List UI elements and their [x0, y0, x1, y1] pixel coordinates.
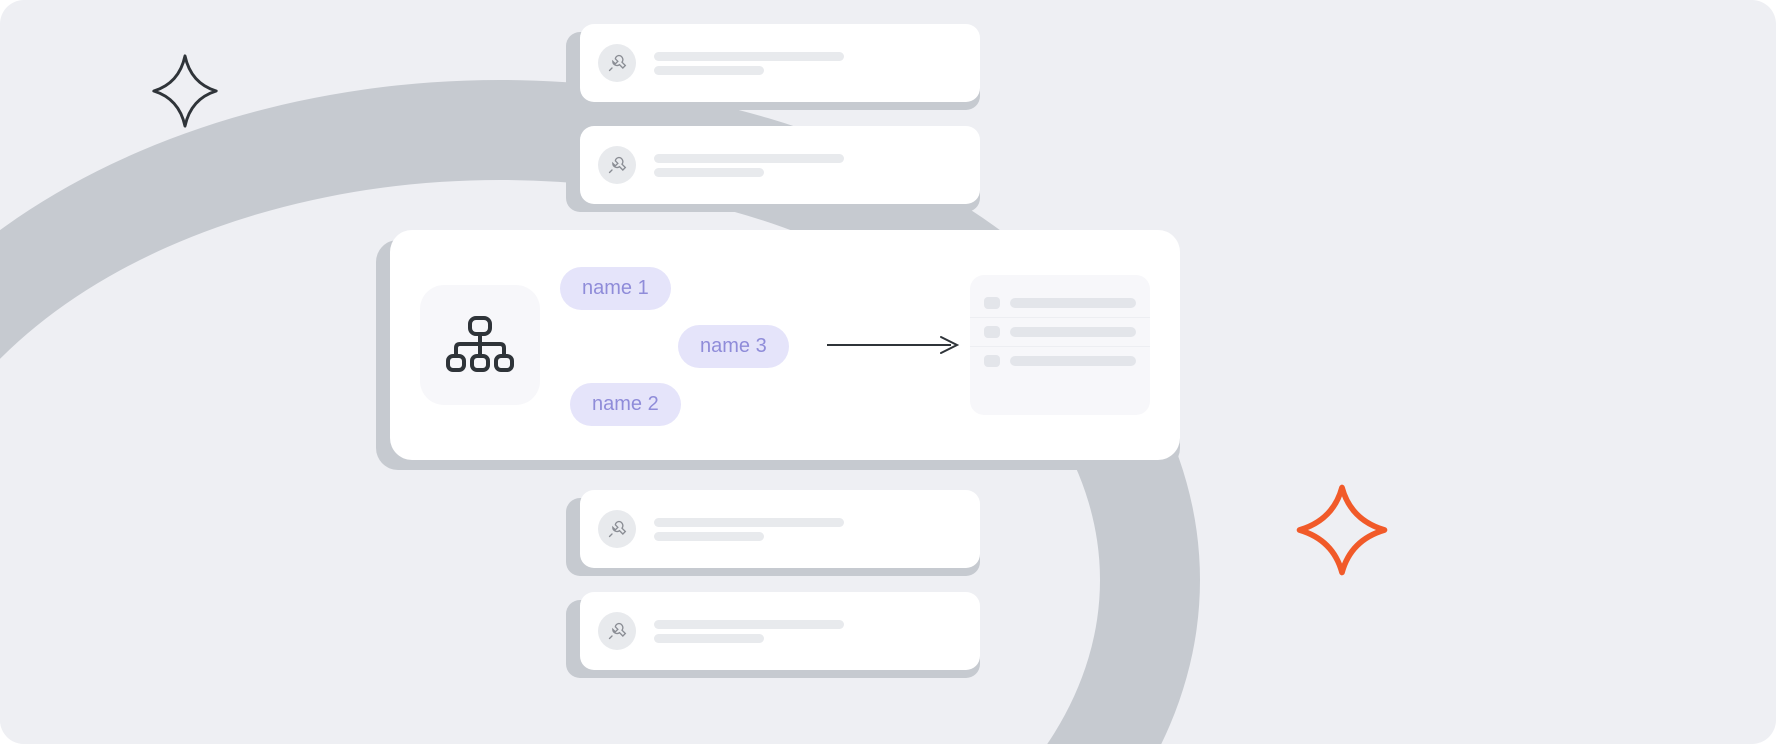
table-row — [970, 347, 1150, 375]
tools-icon — [598, 612, 636, 650]
card-body — [580, 490, 980, 568]
tools-icon — [598, 510, 636, 548]
sparkle-icon — [1292, 480, 1392, 580]
tags-group: name 1 name 3 name 2 — [560, 255, 820, 435]
tag-name-2: name 2 — [570, 383, 681, 426]
list-item — [580, 592, 980, 670]
hierarchy-icon — [420, 285, 540, 405]
arrow-icon — [820, 330, 970, 360]
tools-icon — [598, 146, 636, 184]
tag-name-1: name 1 — [560, 267, 671, 310]
card-body — [580, 24, 980, 102]
list-item — [580, 24, 980, 102]
tools-icon — [598, 44, 636, 82]
placeholder-text — [654, 149, 962, 182]
sparkle-icon — [146, 52, 224, 130]
list-item — [580, 490, 980, 568]
tag-name-3: name 3 — [678, 325, 789, 368]
table-row — [970, 289, 1150, 318]
list-item — [580, 126, 980, 204]
placeholder-text — [654, 615, 962, 648]
card-body — [580, 126, 980, 204]
expanded-list-item: name 1 name 3 name 2 — [390, 230, 1180, 460]
placeholder-text — [654, 513, 962, 546]
table-row — [970, 318, 1150, 347]
card-body — [580, 592, 980, 670]
result-table — [970, 275, 1150, 415]
placeholder-text — [654, 47, 962, 80]
card-body: name 1 name 3 name 2 — [390, 230, 1180, 460]
diagram-canvas: name 1 name 3 name 2 — [0, 0, 1776, 744]
